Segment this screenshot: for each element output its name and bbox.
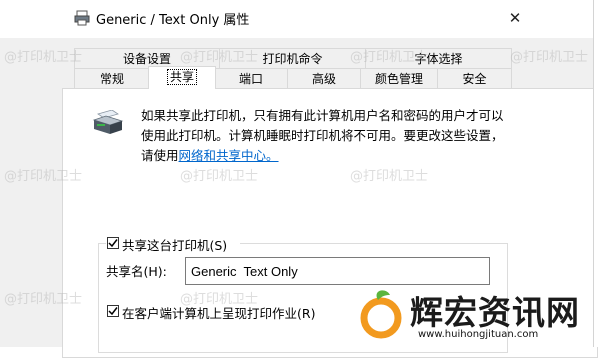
tab-label: 颜色管理 bbox=[374, 72, 423, 86]
tab-general[interactable]: 常规 bbox=[74, 68, 150, 89]
tab-color-management[interactable]: 颜色管理 bbox=[360, 68, 438, 89]
close-button[interactable]: ✕ bbox=[500, 4, 530, 32]
brand-name: 辉宏资讯网 bbox=[410, 293, 580, 332]
brand-url: www.huihongjituan.com bbox=[418, 329, 539, 340]
tab-label: 设备设置 bbox=[122, 52, 171, 66]
tab-advanced[interactable]: 高级 bbox=[287, 68, 361, 89]
tab-label: 常规 bbox=[99, 72, 124, 86]
share-name-input[interactable] bbox=[185, 257, 490, 285]
checkmark-icon bbox=[108, 307, 118, 316]
tab-font-selection[interactable]: 字体选择 bbox=[365, 48, 512, 69]
close-icon: ✕ bbox=[508, 9, 522, 27]
network-sharing-center-link[interactable]: 网络和共享中心。 bbox=[179, 148, 279, 163]
tab-security[interactable]: 安全 bbox=[437, 68, 512, 89]
tab-label: 字体选择 bbox=[414, 52, 463, 66]
render-jobs-label[interactable]: 在客户端计算机上呈现打印作业(R) bbox=[122, 303, 315, 322]
tab-label: 端口 bbox=[238, 72, 263, 86]
group-top-border-left bbox=[98, 243, 106, 244]
tab-label: 共享 bbox=[166, 69, 197, 85]
tab-label: 打印机命令 bbox=[262, 52, 323, 66]
tab-ports[interactable]: 端口 bbox=[214, 68, 288, 89]
tab-label: 高级 bbox=[311, 72, 336, 86]
share-name-label: 共享名(H): bbox=[106, 264, 167, 279]
printer-icon bbox=[74, 10, 90, 26]
tab-printer-commands[interactable]: 打印机命令 bbox=[219, 48, 366, 69]
render-jobs-checkbox[interactable] bbox=[107, 305, 119, 317]
printer-icon bbox=[92, 110, 124, 134]
group-top-border-right bbox=[240, 243, 508, 244]
window-title: Generic / Text Only 属性 bbox=[96, 13, 250, 28]
tab-sharing[interactable]: 共享 bbox=[148, 66, 216, 89]
tab-label: 安全 bbox=[462, 72, 487, 86]
sharing-description: 如果共享此打印机，只有拥有此计算机用户名和密码的用户才可以使用此打印机。计算机睡… bbox=[141, 106, 511, 166]
title-bar: Generic / Text Only 属性 ✕ bbox=[0, 0, 594, 38]
